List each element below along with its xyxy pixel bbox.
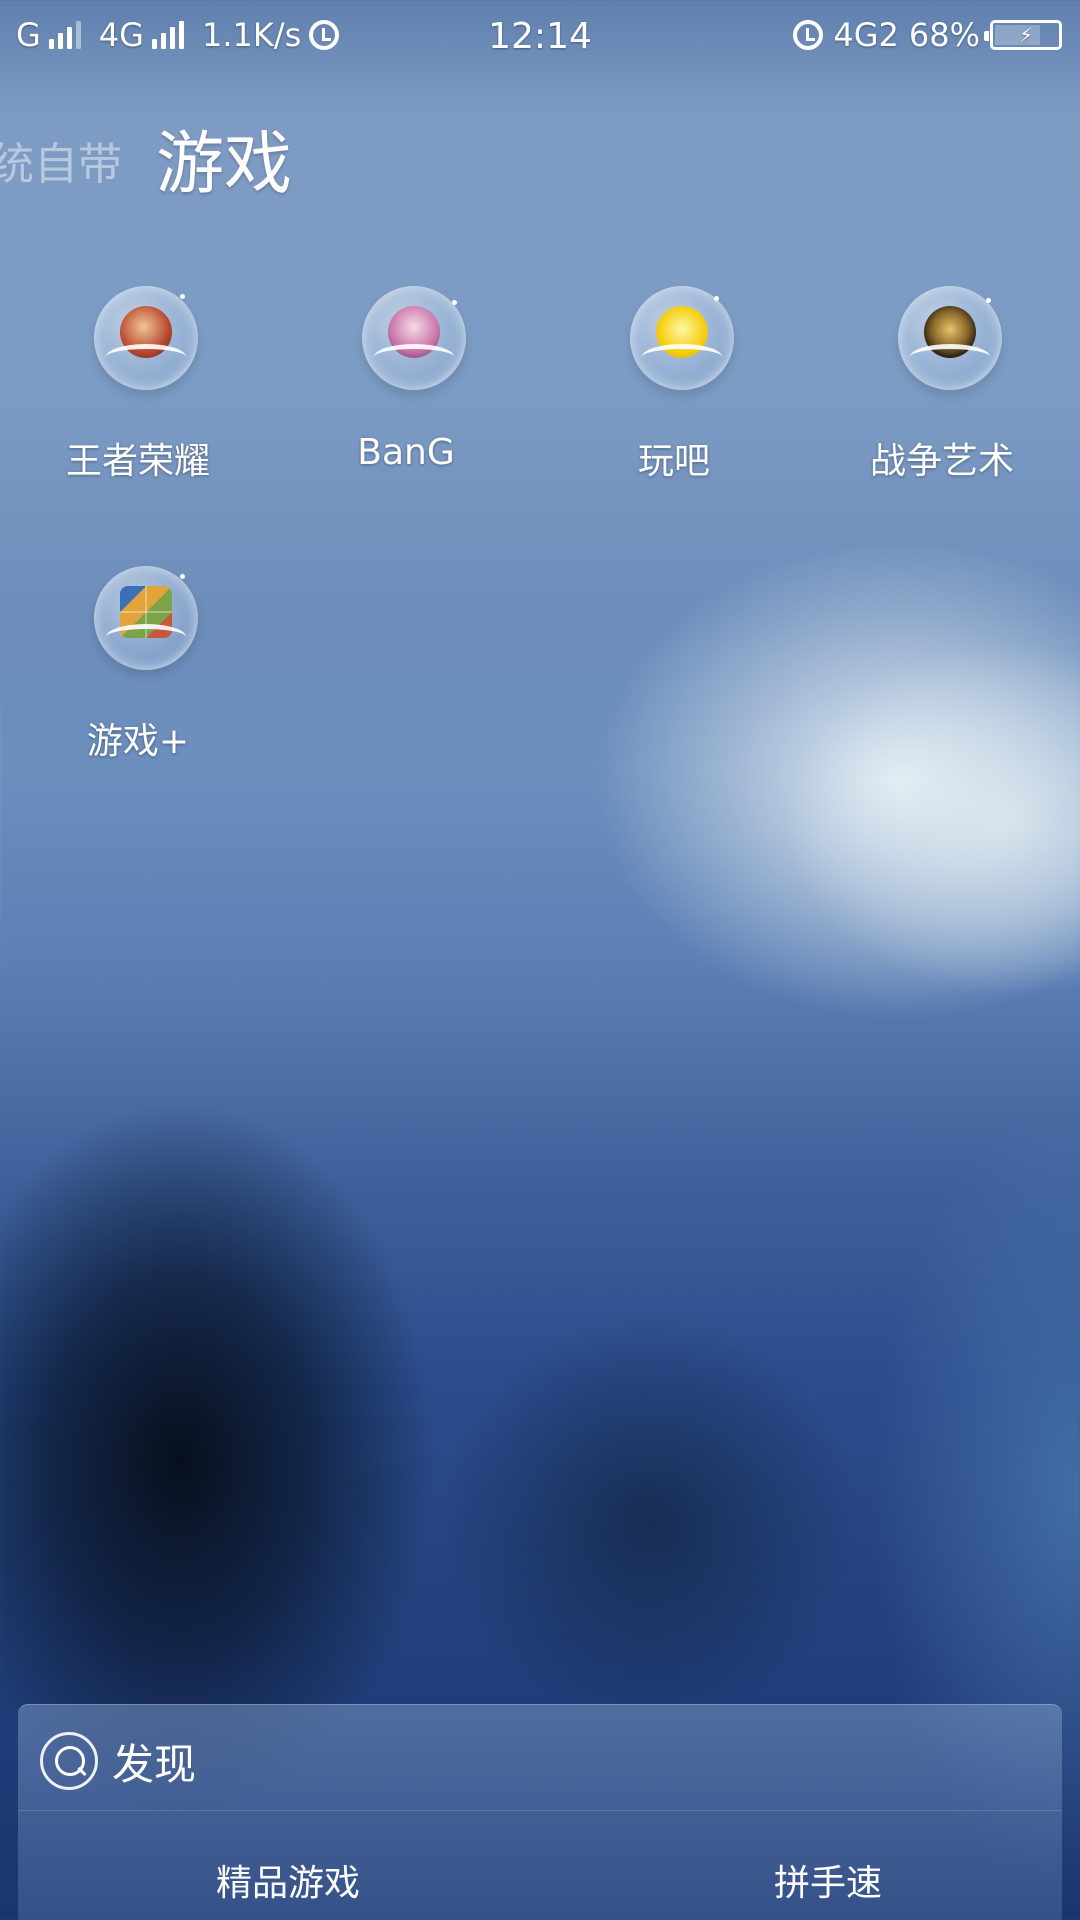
discover-header[interactable]: 发现: [40, 1726, 196, 1796]
charging-bolt-icon: ⚡: [1018, 23, 1034, 47]
status-right: 4G2 68% ⚡: [793, 16, 1062, 54]
previous-folder-title[interactable]: 统自带: [0, 128, 122, 192]
app-label: 王者荣耀: [65, 441, 210, 482]
bubble-wave: [106, 344, 186, 370]
app-bang[interactable]: BanG: [276, 286, 536, 506]
app-label: 战争艺术: [869, 441, 1014, 482]
app-honor-of-kings[interactable]: 王者荣耀: [8, 286, 268, 506]
folder-title[interactable]: 游戏: [156, 108, 292, 207]
search-icon[interactable]: [40, 1732, 98, 1790]
divider: [18, 1810, 1062, 1811]
sparkle-icon: [180, 574, 185, 579]
bubble-wave: [910, 344, 990, 370]
battery-percent: 68%: [908, 16, 980, 54]
battery-charging-icon: ⚡: [984, 20, 1062, 50]
bubble-wave: [106, 624, 186, 650]
app-game-plus[interactable]: 游戏+: [8, 566, 268, 786]
bubble-wave: [642, 344, 722, 370]
app-label: 游戏+: [86, 721, 190, 762]
discover-panel: 发现 精品游戏 拼手速: [18, 1704, 1062, 1920]
app-art-of-war[interactable]: 战争艺术: [812, 286, 1072, 506]
sparkle-icon: [714, 296, 719, 301]
network-type: 4G2: [833, 16, 899, 54]
app-label: 玩吧: [637, 441, 710, 482]
sparkle-icon: [180, 294, 185, 299]
app-label: BanG: [357, 432, 455, 473]
sparkle-icon: [452, 300, 457, 305]
game-plus-icon: [94, 566, 198, 670]
alarm-icon: [793, 20, 824, 50]
art-of-war-icon: [898, 286, 1002, 390]
tab-hand-speed[interactable]: 拼手速: [774, 1854, 882, 1906]
sparkle-icon: [986, 298, 991, 303]
wanba-icon: [630, 286, 734, 390]
tab-featured-games[interactable]: 精品游戏: [216, 1854, 360, 1906]
honor-of-kings-icon: [94, 286, 198, 390]
bubble-wave: [374, 344, 454, 370]
discover-label: 发现: [112, 1739, 197, 1789]
battery-fill: [995, 25, 1040, 45]
bang-dream-icon: [362, 286, 466, 390]
folder-header: 统自带 游戏: [0, 100, 1080, 204]
app-wanba[interactable]: 玩吧: [544, 286, 804, 506]
status-bar: G 4G 1.1K/s 12:14 4G2 68% ⚡: [0, 0, 1080, 74]
